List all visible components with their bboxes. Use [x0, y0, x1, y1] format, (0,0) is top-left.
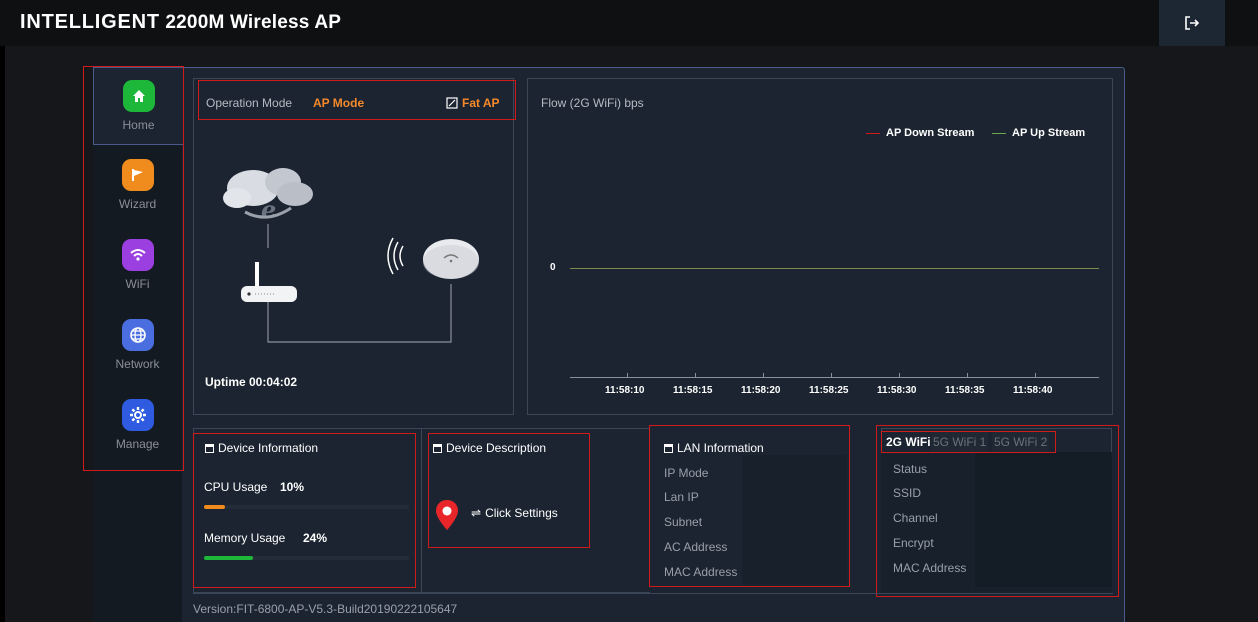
legend-up: AP Up Stream — [992, 127, 1085, 139]
legend-up-swatch — [992, 132, 1006, 134]
lan-row-mac-address: MAC Address — [664, 565, 738, 579]
version-text: Version:FIT-6800-AP-V5.3-Build2019022210… — [193, 602, 458, 616]
fat-ap-link[interactable]: Fat AP — [446, 96, 500, 110]
tab-5g-wifi-1[interactable]: 5G WiFi 1 — [931, 432, 989, 452]
nav-network[interactable]: Network — [93, 307, 182, 385]
x-tick-label: 11:58:20 — [741, 385, 781, 396]
wifi-row-channel: Channel — [893, 511, 938, 525]
gear-icon — [121, 399, 154, 431]
lan-values-area — [742, 455, 847, 585]
cpu-label: CPU Usage — [204, 480, 268, 494]
x-tick-mark — [763, 373, 764, 378]
wifi-row-mac-address: MAC Address — [893, 561, 967, 575]
wifi-row-encrypt: Encrypt — [893, 536, 934, 550]
operation-mode-value: AP Mode — [313, 96, 365, 110]
click-settings-link[interactable]: ⇌ Click Settings — [471, 506, 558, 520]
x-tick-mark — [1035, 373, 1036, 378]
divider — [421, 428, 422, 593]
x-tick-mark — [695, 373, 696, 378]
sidebar: Home Wizard WiFi Network Manage — [93, 67, 183, 622]
home-icon — [122, 80, 155, 112]
nav-manage[interactable]: Manage — [93, 387, 182, 465]
lan-row-subnet: Subnet — [664, 515, 703, 529]
x-tick-label: 11:58:15 — [673, 385, 713, 396]
legend-up-label: AP Up Stream — [1012, 127, 1086, 139]
lan-row-ac-address: AC Address — [664, 540, 728, 554]
x-tick-mark — [831, 373, 832, 378]
left-edge — [0, 46, 5, 622]
tab-2g-wifi[interactable]: 2G WiFi — [884, 432, 933, 452]
nav-wifi[interactable]: WiFi — [93, 227, 182, 305]
app-title-rest: 2200M Wireless AP — [165, 12, 342, 33]
nav-home-label: Home — [122, 118, 155, 132]
cloud-icon: e — [223, 168, 313, 224]
tab-5g-wifi-2[interactable]: 5G WiFi 2 — [992, 432, 1050, 452]
y-axis-zero: 0 — [550, 262, 556, 273]
uptime-text: Uptime 00:04:02 — [205, 375, 298, 389]
memory-label: Memory Usage — [204, 531, 286, 545]
x-tick-label: 11:58:30 — [877, 385, 917, 396]
footer-divider — [193, 593, 1113, 594]
cpu-bar — [204, 505, 409, 509]
swap-icon: ⇌ — [471, 506, 482, 520]
logout-button[interactable] — [1159, 0, 1225, 46]
x-tick-label: 11:58:35 — [945, 385, 985, 396]
x-tick-mark — [899, 373, 900, 378]
top-bar: INTELLIGENT 2200M Wireless AP — [0, 0, 1258, 46]
device-desc-title-text: Device Description — [446, 441, 547, 455]
lan-info-title: LAN Information — [664, 441, 764, 455]
wifi-row-status: Status — [893, 462, 928, 476]
flow-title: Flow (2G WiFi) bps — [541, 96, 644, 110]
memory-bar-fill — [204, 556, 254, 560]
access-point-icon — [423, 239, 479, 279]
fat-ap-label: Fat AP — [462, 96, 500, 110]
x-tick-mark — [967, 373, 968, 378]
wifi-row-ssid: SSID — [893, 486, 922, 500]
operation-mode-label: Operation Mode — [206, 96, 293, 110]
lan-row-lan-ip: Lan IP — [664, 490, 699, 504]
nav-network-label: Network — [115, 357, 160, 371]
device-info-title: Device Information — [205, 441, 318, 455]
globe-icon — [121, 319, 154, 351]
cpu-bar-fill — [204, 505, 225, 509]
legend-down-label: AP Down Stream — [886, 127, 975, 139]
card-icon — [664, 443, 673, 453]
nav-manage-label: Manage — [115, 437, 160, 451]
flow-series-line — [570, 268, 1099, 269]
x-tick-label: 11:58:10 — [605, 385, 645, 396]
nav-wizard-label: Wizard — [118, 197, 157, 211]
legend-down-swatch — [866, 132, 880, 134]
router-icon — [241, 262, 297, 302]
click-settings-label: Click Settings — [485, 506, 558, 520]
device-info-title-text: Device Information — [218, 441, 319, 455]
device-desc-title: Device Description — [433, 441, 546, 455]
signal-icon — [387, 237, 404, 275]
app-title: INTELLIGENT 2200M Wireless AP — [20, 11, 341, 34]
nav-wizard[interactable]: Wizard — [93, 147, 182, 225]
x-tick-label: 11:58:25 — [809, 385, 849, 396]
cpu-value: 10% — [280, 480, 305, 494]
flag-icon — [121, 159, 154, 191]
nav-home[interactable]: Home — [93, 67, 183, 145]
card-icon — [433, 443, 442, 453]
nav-wifi-label: WiFi — [125, 277, 150, 291]
card-icon — [205, 443, 214, 453]
app-title-bold: INTELLIGENT — [20, 11, 160, 33]
x-tick-mark — [627, 373, 628, 378]
lan-info-title-text: LAN Information — [677, 441, 764, 455]
wifi-values-area — [975, 452, 1112, 587]
lan-row-ip-mode: IP Mode — [664, 466, 709, 480]
logout-icon — [1185, 16, 1200, 30]
topology-diagram: e — [223, 168, 479, 343]
memory-value: 24% — [303, 531, 328, 545]
svg-text:e: e — [261, 195, 276, 224]
wifi-icon — [121, 239, 154, 271]
x-axis-line — [570, 377, 1099, 378]
location-pin-icon — [436, 500, 458, 530]
edit-icon — [446, 97, 458, 109]
memory-bar — [204, 556, 409, 560]
x-tick-label: 11:58:40 — [1013, 385, 1053, 396]
legend-down: AP Down Stream — [866, 127, 974, 139]
